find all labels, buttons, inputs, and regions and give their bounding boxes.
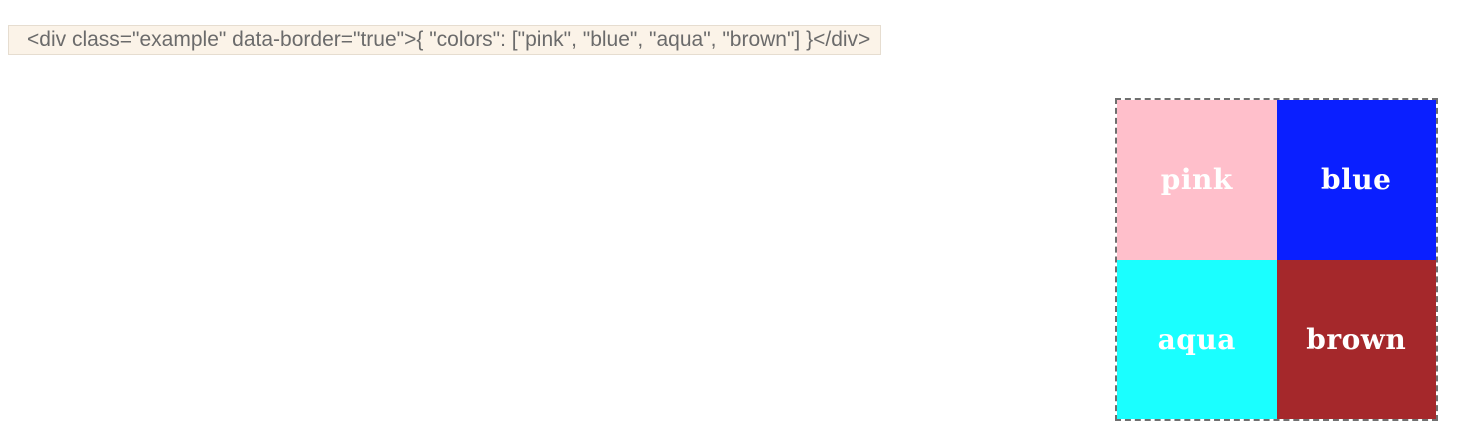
swatch-aqua: aqua <box>1117 259 1277 419</box>
code-sample: <div class="example" data-border="true">… <box>8 25 882 55</box>
example-color-grid: pink blue aqua brown <box>1115 98 1438 421</box>
swatch-brown: brown <box>1276 259 1436 419</box>
swatch-pink: pink <box>1117 100 1277 260</box>
swatch-blue: blue <box>1276 100 1436 260</box>
page: <div class="example" data-border="true">… <box>0 0 1460 440</box>
swatch-label: aqua <box>1157 322 1236 356</box>
swatch-label: blue <box>1321 163 1392 197</box>
swatch-label: brown <box>1306 322 1407 356</box>
swatch-label: pink <box>1160 163 1233 197</box>
